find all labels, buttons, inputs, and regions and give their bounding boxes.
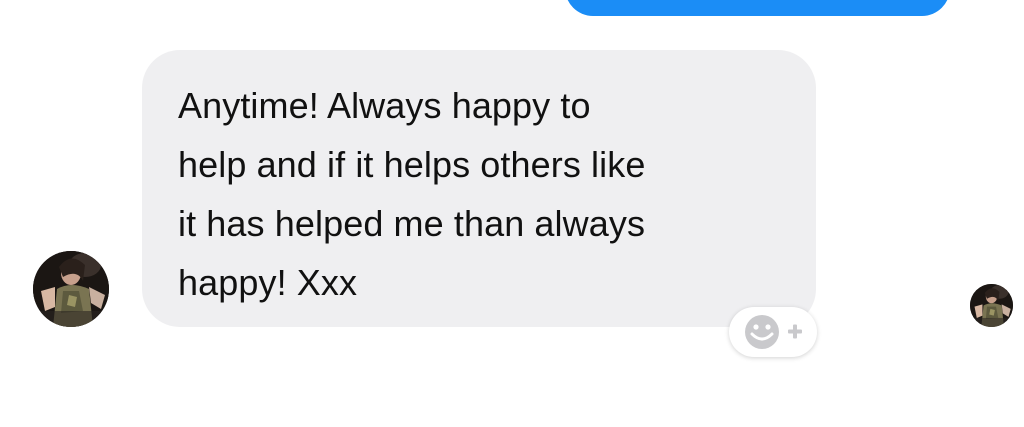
read-receipt-avatar <box>970 284 1013 327</box>
received-message-bubble[interactable]: Anytime! Always happy to help and if it … <box>142 50 816 327</box>
avatar-photo-icon <box>33 251 109 327</box>
avatar-photo-icon <box>970 284 1013 327</box>
sent-message-bubble[interactable] <box>565 0 950 16</box>
add-reaction-button[interactable] <box>729 307 817 357</box>
message-text: Anytime! Always happy to help and if it … <box>178 85 646 303</box>
smiley-plus-icon <box>745 315 802 349</box>
sender-avatar[interactable] <box>33 251 109 327</box>
